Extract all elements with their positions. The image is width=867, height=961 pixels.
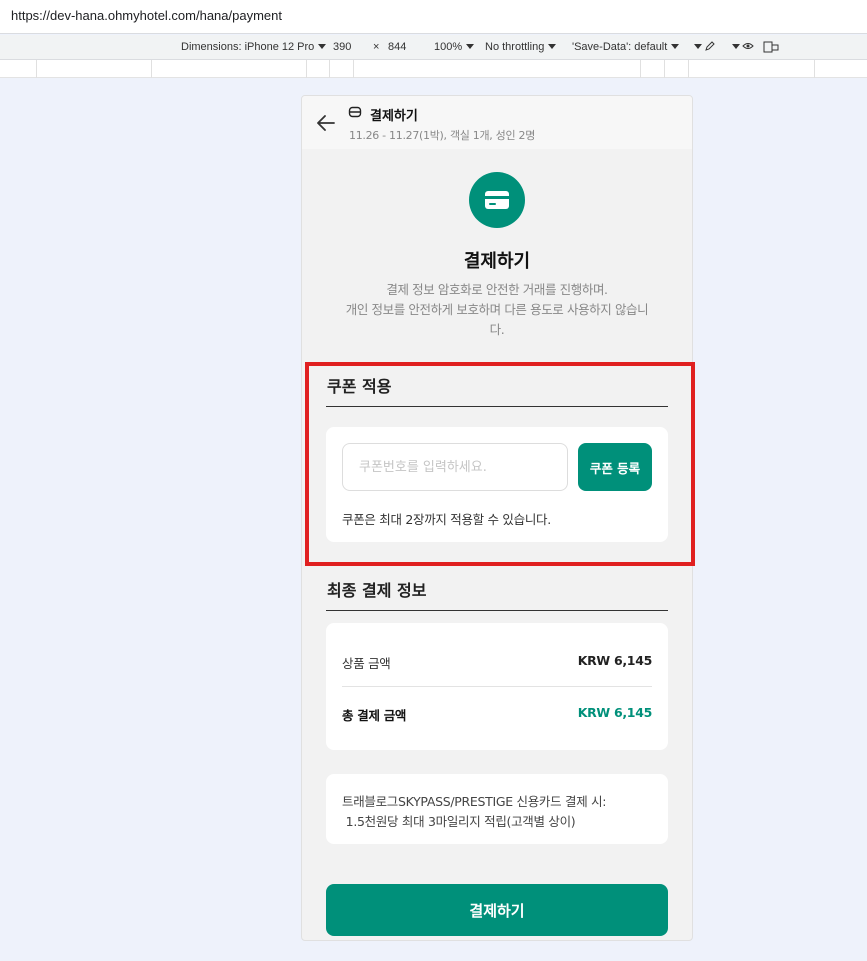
device-rotate-icon[interactable]	[763, 41, 779, 56]
devtools-ruler	[0, 60, 867, 78]
security-notice: 결제 정보 암호화로 안전한 거래를 진행하며. 개인 정보를 안전하게 보호하…	[327, 280, 667, 340]
browser-address-bar[interactable]: https://dev-hana.ohmyhotel.com/hana/paym…	[0, 0, 867, 34]
card-promo-line: 1.5천원당 최대 3마일리지 적립(고객별 상이)	[342, 814, 576, 829]
total-amount-value: KRW 6,145	[577, 705, 653, 720]
divider	[326, 610, 668, 611]
payment-badge	[469, 172, 525, 228]
product-amount-value: KRW 6,145	[577, 653, 653, 668]
save-data-select[interactable]: 'Save-Data': default	[572, 41, 680, 53]
payment-summary-title: 최종 결제 정보	[327, 581, 427, 600]
booking-summary: 11.26 - 11.27(1박), 객실 1개, 성인 2명	[349, 129, 536, 142]
throttling-label: No throttling	[485, 41, 545, 53]
width-input[interactable]: 390	[333, 41, 351, 53]
divider	[342, 686, 652, 687]
url-text[interactable]: https://dev-hana.ohmyhotel.com/hana/paym…	[11, 8, 282, 23]
pen-icon[interactable]	[705, 41, 715, 54]
devtools-device-toolbar: Dimensions: iPhone 12 Pro 390 × 844 100%…	[0, 35, 867, 60]
card-promo-text: 트래블로그SKYPASS/PRESTIGE 신용카드 결제 시: 1.5천원당 …	[342, 792, 652, 832]
chevron-down-icon	[318, 44, 327, 49]
security-notice-line: 다.	[489, 322, 505, 337]
more-options-icon[interactable]	[690, 41, 702, 53]
page-title: 결제하기	[463, 251, 531, 272]
chevron-down-icon	[671, 44, 680, 49]
card-promo-box: 트래블로그SKYPASS/PRESTIGE 신용카드 결제 시: 1.5천원당 …	[326, 774, 668, 844]
credit-card-icon	[485, 191, 509, 209]
product-amount-label: 상품 금액	[342, 656, 391, 671]
payment-summary-card: 상품 금액 KRW 6,145 총 결제 금액 KRW 6,145	[326, 623, 668, 750]
throttling-select[interactable]: No throttling	[485, 41, 557, 53]
times-symbol: ×	[373, 41, 380, 53]
pay-button[interactable]: 결제하기	[326, 884, 668, 936]
hotel-bed-icon	[348, 106, 362, 118]
eye-icon[interactable]	[742, 41, 754, 54]
dimensions-select[interactable]: Dimensions: iPhone 12 Pro	[181, 41, 327, 53]
header-title: 결제하기	[370, 109, 418, 124]
security-notice-line: 개인 정보를 안전하게 보호하며 다른 용도로 사용하지 않습니	[345, 302, 649, 317]
chevron-down-icon	[466, 44, 475, 49]
page-header: 결제하기 11.26 - 11.27(1박), 객실 1개, 성인 2명	[302, 96, 692, 149]
security-notice-line: 결제 정보 암호화로 안전한 거래를 진행하며.	[386, 282, 608, 297]
card-promo-line: 트래블로그SKYPASS/PRESTIGE 신용카드 결제 시:	[342, 794, 607, 809]
chevron-down-icon	[548, 44, 557, 49]
dimensions-label: Dimensions: iPhone 12 Pro	[181, 41, 315, 53]
zoom-label: 100%	[434, 41, 463, 53]
height-input[interactable]: 844	[388, 41, 406, 53]
total-amount-label: 총 결제 금액	[342, 708, 407, 723]
chevron-down-icon[interactable]	[728, 41, 740, 53]
save-data-label: 'Save-Data': default	[572, 41, 668, 53]
back-arrow-icon[interactable]	[316, 114, 336, 132]
highlight-annotation	[305, 362, 695, 566]
zoom-select[interactable]: 100%	[434, 41, 475, 53]
